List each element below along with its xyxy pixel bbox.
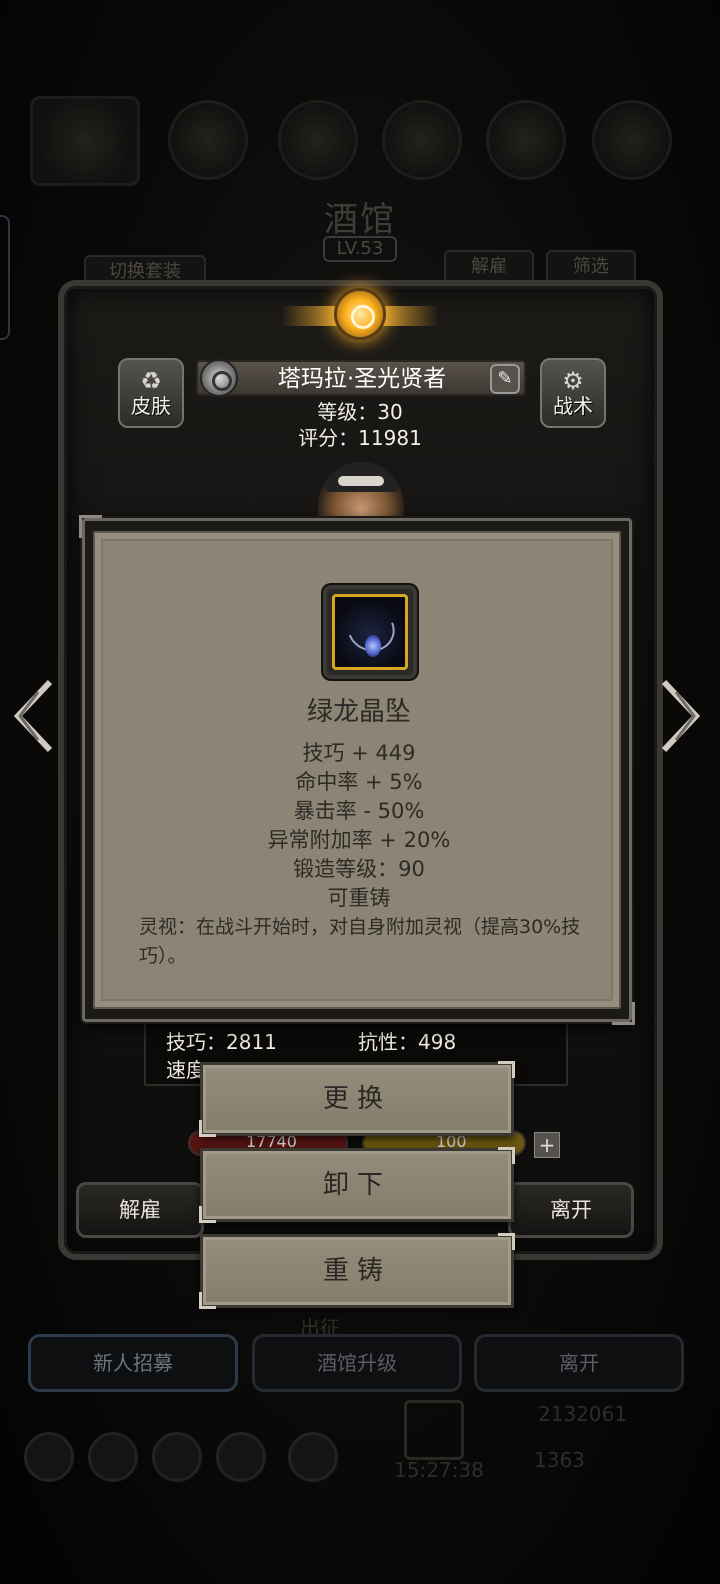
shirt-icon: ♻ bbox=[140, 367, 162, 395]
dismiss-filter-button[interactable]: 解雇 bbox=[444, 250, 534, 284]
item-reforgeable: 可重铸 bbox=[327, 886, 391, 910]
hero-emblem bbox=[282, 288, 438, 346]
dock-icon-2[interactable] bbox=[88, 1432, 138, 1482]
unequip-button[interactable]: 卸下 bbox=[199, 1147, 515, 1223]
gold-amount: 2132061 bbox=[538, 1402, 628, 1426]
hero-name-bar: 塔玛拉·圣光贤者 ✎ bbox=[196, 359, 526, 397]
menu-icon-1[interactable] bbox=[168, 100, 248, 180]
tavern-title: 酒馆 bbox=[324, 200, 396, 240]
item-attr: 命中率 + 5% bbox=[295, 770, 423, 794]
next-hero-arrow-icon[interactable] bbox=[654, 678, 704, 754]
rank-badge-icon[interactable] bbox=[200, 359, 238, 397]
hero-score: 评分：11981 bbox=[298, 426, 422, 450]
item-attr: 技巧 + 449 bbox=[302, 741, 416, 765]
hero-name: 塔玛拉·圣光贤者 bbox=[277, 366, 447, 392]
edit-icon[interactable]: ✎ bbox=[490, 364, 520, 394]
hero-portrait-icon[interactable] bbox=[30, 96, 140, 186]
tab-leave[interactable]: 离开 bbox=[474, 1334, 684, 1392]
stat-skill: 技巧：2811 bbox=[166, 1030, 277, 1054]
replace-button[interactable]: 更换 bbox=[199, 1061, 515, 1137]
filter-button[interactable]: 筛选 bbox=[546, 250, 636, 284]
pendant-icon bbox=[323, 585, 417, 679]
menu-icon-4[interactable] bbox=[486, 100, 566, 180]
gear-icon: ⚙ bbox=[562, 367, 584, 395]
dock-icon-5[interactable] bbox=[288, 1432, 338, 1482]
add-energy-button[interactable]: + bbox=[534, 1132, 560, 1158]
tavern-level: LV.53 bbox=[323, 236, 397, 262]
item-attr: 异常附加率 + 20% bbox=[267, 828, 451, 852]
clock-time: 15:27:38 bbox=[394, 1458, 484, 1482]
gem-amount: 1363 bbox=[534, 1448, 585, 1472]
item-description: 灵视：在战斗开始时，对自身附加灵视（提高30%技巧）。 bbox=[139, 916, 581, 967]
leave-hero-button[interactable]: 离开 bbox=[508, 1182, 634, 1238]
item-name: 绿龙晶坠 bbox=[306, 697, 411, 727]
item-forge-level: 锻造等级：90 bbox=[293, 857, 425, 881]
menu-icon-2[interactable] bbox=[278, 100, 358, 180]
dock-icon-3[interactable] bbox=[152, 1432, 202, 1482]
gift-icon[interactable] bbox=[404, 1400, 464, 1460]
tab-new-recruit[interactable]: 新人招募 bbox=[28, 1334, 238, 1392]
dock-icon-4[interactable] bbox=[216, 1432, 266, 1482]
menu-icon-3[interactable] bbox=[382, 100, 462, 180]
top-icon-row bbox=[20, 96, 700, 190]
item-tooltip: 绿龙晶坠 技巧 + 449 命中率 + 5% 暴击率 - 50% 异常附加率 +… bbox=[79, 515, 635, 1025]
reforge-button[interactable]: 重铸 bbox=[199, 1233, 515, 1309]
dock-icon-1[interactable] bbox=[24, 1432, 74, 1482]
item-attr: 暴击率 - 50% bbox=[293, 799, 425, 823]
dismiss-hero-button[interactable]: 解雇 bbox=[76, 1182, 204, 1238]
previous-hero-arrow-icon[interactable] bbox=[10, 678, 60, 754]
stat-resist: 抗性：498 bbox=[358, 1030, 457, 1054]
menu-icon-5[interactable] bbox=[592, 100, 672, 180]
hero-level: 等级：30 bbox=[317, 400, 403, 424]
tab-tavern-upgrade[interactable]: 酒馆升级 bbox=[252, 1334, 462, 1392]
item-tooltip-body: 绿龙晶坠 技巧 + 449 命中率 + 5% 暴击率 - 50% 异常附加率 +… bbox=[93, 531, 621, 1009]
